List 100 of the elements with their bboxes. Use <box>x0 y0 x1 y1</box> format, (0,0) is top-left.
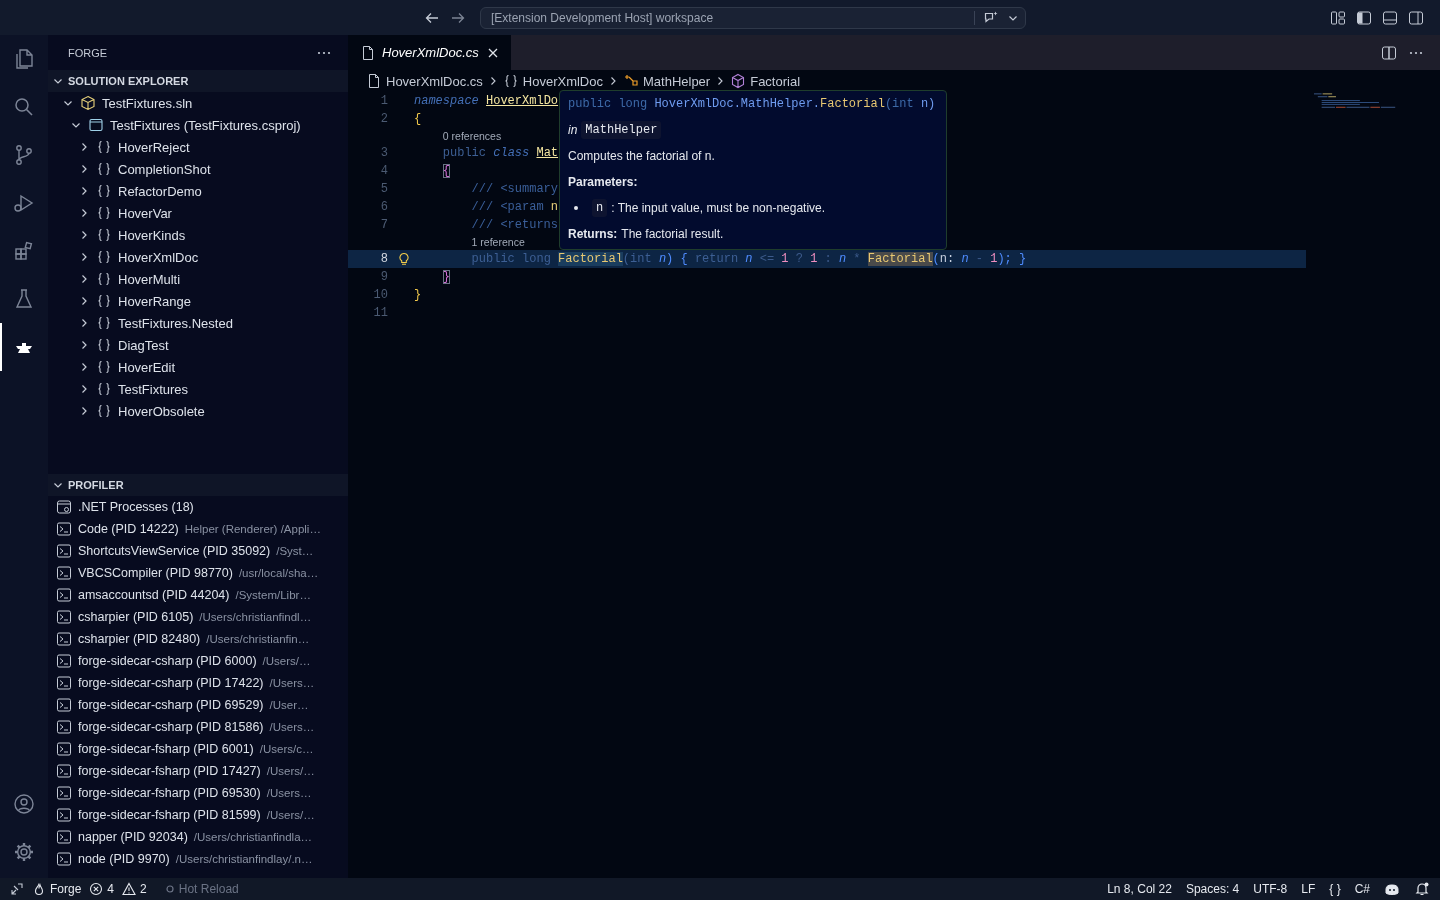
process-name[interactable]: node (PID 9970) <box>78 852 170 866</box>
tree-item[interactable]: CompletionShot <box>48 158 348 180</box>
line-number: 4 <box>379 164 388 178</box>
class-symbol-icon <box>623 73 639 89</box>
process-name[interactable]: forge-sidecar-csharp (PID 69529) <box>78 698 264 712</box>
braces-icon <box>96 381 112 397</box>
braces-icon <box>96 293 112 309</box>
tree-item[interactable]: TestFixtures.sln <box>48 92 348 114</box>
status-item[interactable]: Ln 8, Col 22 <box>1107 882 1172 896</box>
status-item[interactable]: { } <box>1329 882 1341 896</box>
status-item[interactable]: 2 <box>122 882 147 896</box>
tree-item[interactable]: HoverReject <box>48 136 348 158</box>
process-name[interactable]: forge-sidecar-csharp (PID 6000) <box>78 654 257 668</box>
toggle-panel-icon[interactable] <box>1382 9 1398 26</box>
line-number: 3 <box>379 146 388 160</box>
code-line: public class Mat <box>441 146 559 160</box>
tree-item[interactable]: TestFixtures (TestFixtures.csproj) <box>48 114 348 136</box>
process-name[interactable]: forge-sidecar-fsharp (PID 6001) <box>78 742 254 756</box>
code-lens[interactable]: 1 reference <box>471 236 525 248</box>
braces-icon <box>96 205 112 221</box>
code-line: /// <param n <box>470 200 559 214</box>
error-icon <box>89 882 104 896</box>
line-number: 11 <box>372 306 388 320</box>
braces-icon <box>96 139 112 155</box>
tree-item[interactable]: HoverKinds <box>48 224 348 246</box>
breadcrumb-item[interactable]: HoverXmlDoc <box>502 73 603 89</box>
process-name[interactable]: amsaccountsd (PID 44204) <box>78 588 230 602</box>
process-name[interactable]: forge-sidecar-fsharp (PID 81599) <box>78 808 261 822</box>
breadcrumb-item[interactable]: Factorial <box>730 73 801 89</box>
toggle-primary-sidebar-icon[interactable] <box>1356 9 1372 26</box>
process-name[interactable]: VBCSCompiler (PID 98770) <box>78 566 233 580</box>
process-name[interactable]: .NET Processes (18) <box>78 500 194 514</box>
status-item[interactable]: Spaces: 4 <box>1185 882 1240 896</box>
tree-item[interactable]: HoverRange <box>48 290 348 312</box>
process-path: /Users… <box>266 787 312 799</box>
terminal-icon <box>56 653 72 669</box>
account-icon[interactable] <box>12 792 36 816</box>
breadcrumb-item[interactable]: MathHelper <box>623 73 711 89</box>
sidebar-title: FORGE <box>68 46 108 59</box>
code-line: /// <summary <box>470 182 559 196</box>
terminal-icon <box>56 609 72 625</box>
process-name[interactable]: forge-sidecar-csharp (PID 17422) <box>78 676 264 690</box>
cube-icon <box>80 95 96 111</box>
process-name[interactable]: forge-sidecar-csharp (PID 81586) <box>78 720 264 734</box>
command-center[interactable]: [Extension Development Host] workspace <box>480 6 1026 29</box>
section-header[interactable]: SOLUTION EXPLORER <box>48 70 348 92</box>
terminal-icon <box>56 675 72 691</box>
process-name[interactable]: forge-sidecar-fsharp (PID 69530) <box>78 786 261 800</box>
code-lens[interactable]: 0 references <box>442 130 502 142</box>
status-item[interactable]: UTF-8 <box>1253 882 1288 896</box>
process-name[interactable]: ShortcutsViewService (PID 35092) <box>78 544 271 558</box>
tree-item[interactable]: HoverObsolete <box>48 400 348 422</box>
tree-item[interactable]: RefactorDemo <box>48 180 348 202</box>
parameter-name: n <box>592 199 608 217</box>
terminal-icon <box>56 851 72 867</box>
lightbulb-icon[interactable] <box>397 252 411 266</box>
process-path: /Users/christianfindla… <box>193 831 313 843</box>
process-name[interactable]: csharpier (PID 6105) <box>78 610 194 624</box>
notification-bell-icon[interactable] <box>1414 881 1430 897</box>
editor-tab[interactable]: HoverXmlDoc.cs <box>348 35 511 70</box>
status-item[interactable]: LF <box>1301 882 1316 896</box>
process-name[interactable]: csharpier (PID 82480) <box>78 632 201 646</box>
tree-item[interactable]: HoverXmlDoc <box>48 246 348 268</box>
status-item[interactable]: 4 <box>89 882 115 896</box>
section-header[interactable]: PROFILER <box>48 474 348 496</box>
process-name[interactable]: napper (PID 92034) <box>78 830 188 844</box>
terminal-icon <box>56 565 72 581</box>
terminal-icon <box>56 697 72 713</box>
layout-icon[interactable] <box>1330 9 1346 26</box>
process-path: /Users/christianfin… <box>206 633 310 645</box>
process-path: /Users… <box>269 721 315 733</box>
process-path: /Users/… <box>266 765 315 777</box>
breadcrumb-item[interactable]: HoverXmlDoc.cs <box>366 73 483 89</box>
status-item[interactable]: Forge <box>32 882 82 896</box>
settings-icon[interactable] <box>12 840 36 864</box>
tree-item[interactable]: TestFixtures <box>48 378 348 400</box>
tree-item[interactable]: HoverEdit <box>48 356 348 378</box>
code-line: } <box>441 270 450 284</box>
code-line: /// <returns <box>470 218 559 232</box>
terminal-icon <box>56 785 72 801</box>
process-name[interactable]: Code (PID 14222) <box>78 522 179 536</box>
process-name[interactable]: forge-sidecar-fsharp (PID 17427) <box>78 764 261 778</box>
process-path: /Users/c… <box>259 743 314 755</box>
remote-icon[interactable] <box>10 882 24 896</box>
tree-item[interactable]: TestFixtures.Nested <box>48 312 348 334</box>
terminal-icon <box>56 521 72 537</box>
chat-sparkle-icon[interactable] <box>983 9 999 26</box>
tree-item[interactable]: HoverVar <box>48 202 348 224</box>
line-number: 6 <box>379 200 388 214</box>
split-editor-icon[interactable] <box>1381 44 1397 61</box>
status-item[interactable]: C# <box>1354 882 1370 896</box>
process-path: /Users/christianfindlay/.n… <box>175 853 313 865</box>
process-path: /Users… <box>269 677 315 689</box>
process-path: /Syst… <box>276 545 314 557</box>
code-line: { <box>414 112 422 126</box>
summary-text: Computes the factorial of n. <box>568 148 716 165</box>
toggle-secondary-sidebar-icon[interactable] <box>1408 9 1424 26</box>
tree-item[interactable]: DiagTest <box>48 334 348 356</box>
process-path: Helper (Renderer) /Appli… <box>184 523 321 535</box>
tree-item[interactable]: HoverMulti <box>48 268 348 290</box>
